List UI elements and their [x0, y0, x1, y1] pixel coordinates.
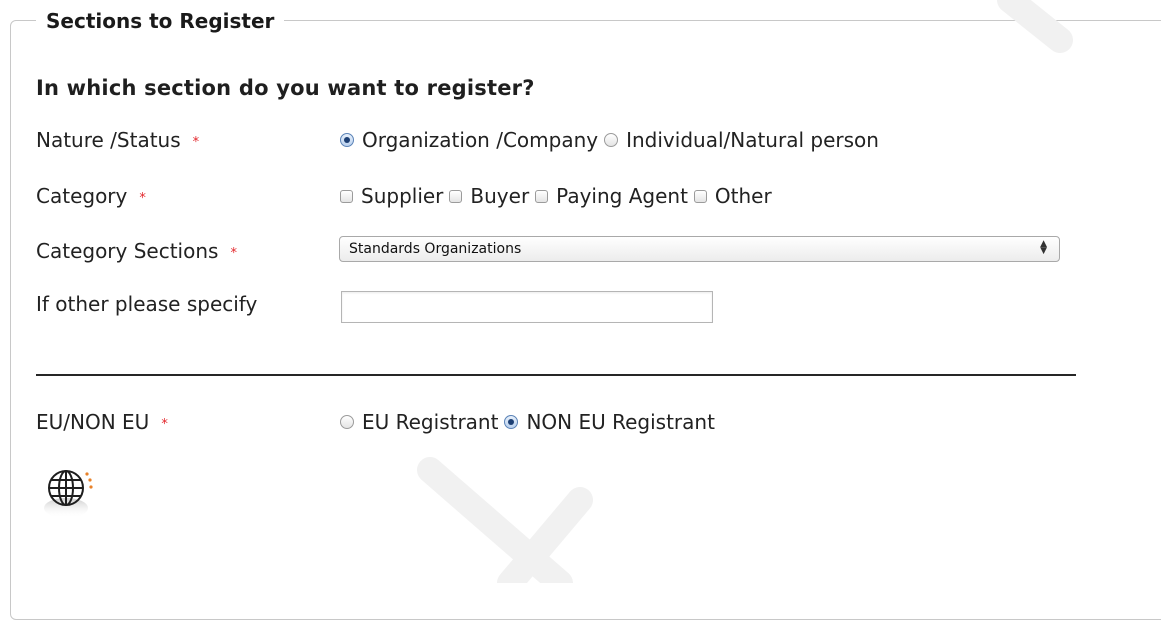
category-option-buyer-label: Buyer: [470, 184, 530, 208]
category-label: Category *: [36, 184, 146, 208]
nature-status-label-text: Nature /Status: [36, 128, 181, 152]
select-updown-icon: ▲ ▼: [1040, 239, 1047, 256]
eu-option-eu-registrant[interactable]: EU Registrant: [340, 410, 498, 434]
eu-status-label-text: EU/NON EU: [36, 410, 150, 434]
category-sections-selected-value: Standards Organizations: [349, 241, 522, 257]
checkbox-other[interactable]: [693, 189, 707, 203]
nature-option-individual-label: Individual/Natural person: [626, 128, 879, 152]
checkbox-supplier[interactable]: [340, 189, 353, 203]
eu-status-label: EU/NON EU *: [36, 410, 168, 434]
required-marker: *: [230, 246, 237, 261]
category-option-supplier-label: Supplier: [361, 184, 444, 208]
category-option-buyer[interactable]: Buyer: [449, 184, 529, 208]
category-sections-label-text: Category Sections: [36, 239, 219, 263]
radio-organization[interactable]: [340, 133, 354, 147]
required-marker: *: [192, 135, 200, 150]
nature-option-organization-label: Organization /Company: [362, 128, 599, 152]
category-sections-label: Category Sections *: [36, 239, 237, 263]
radio-eu-registrant[interactable]: [340, 415, 354, 429]
category-option-paying-agent[interactable]: Paying Agent: [535, 184, 688, 208]
category-option-paying-agent-label: Paying Agent: [556, 184, 688, 208]
eu-option-non-eu-registrant-label: NON EU Registrant: [526, 410, 715, 434]
nature-status-options: Organization /Company Individual/Natural…: [340, 128, 885, 152]
radio-individual[interactable]: [604, 133, 619, 147]
category-label-text: Category: [36, 184, 128, 208]
required-marker: *: [139, 191, 146, 206]
section-question: In which section do you want to register…: [36, 76, 535, 100]
category-sections-select[interactable]: Standards Organizations ▲ ▼: [339, 236, 1060, 262]
section-divider: [36, 374, 1076, 376]
checkbox-buyer[interactable]: [449, 189, 463, 203]
other-specify-input[interactable]: [341, 291, 713, 323]
other-specify-label: If other please specify: [36, 292, 258, 316]
nature-status-label: Nature /Status *: [36, 128, 199, 152]
category-option-other-label: Other: [714, 184, 772, 208]
globe-icon: [44, 470, 93, 518]
required-marker: *: [161, 417, 168, 432]
category-option-other[interactable]: Other: [693, 184, 772, 208]
eu-status-options: EU Registrant NON EU Registrant: [340, 410, 721, 434]
eu-option-eu-registrant-label: EU Registrant: [362, 410, 499, 434]
nature-option-individual[interactable]: Individual/Natural person: [604, 128, 879, 152]
category-options: Supplier Buyer Paying Agent Other: [340, 184, 778, 208]
eu-option-non-eu-registrant[interactable]: NON EU Registrant: [504, 410, 715, 434]
checkbox-paying-agent[interactable]: [535, 189, 549, 203]
radio-non-eu-registrant[interactable]: [504, 415, 519, 429]
fieldset-legend: Sections to Register: [36, 9, 285, 33]
category-option-supplier[interactable]: Supplier: [340, 184, 443, 208]
nature-option-organization[interactable]: Organization /Company: [340, 128, 598, 152]
